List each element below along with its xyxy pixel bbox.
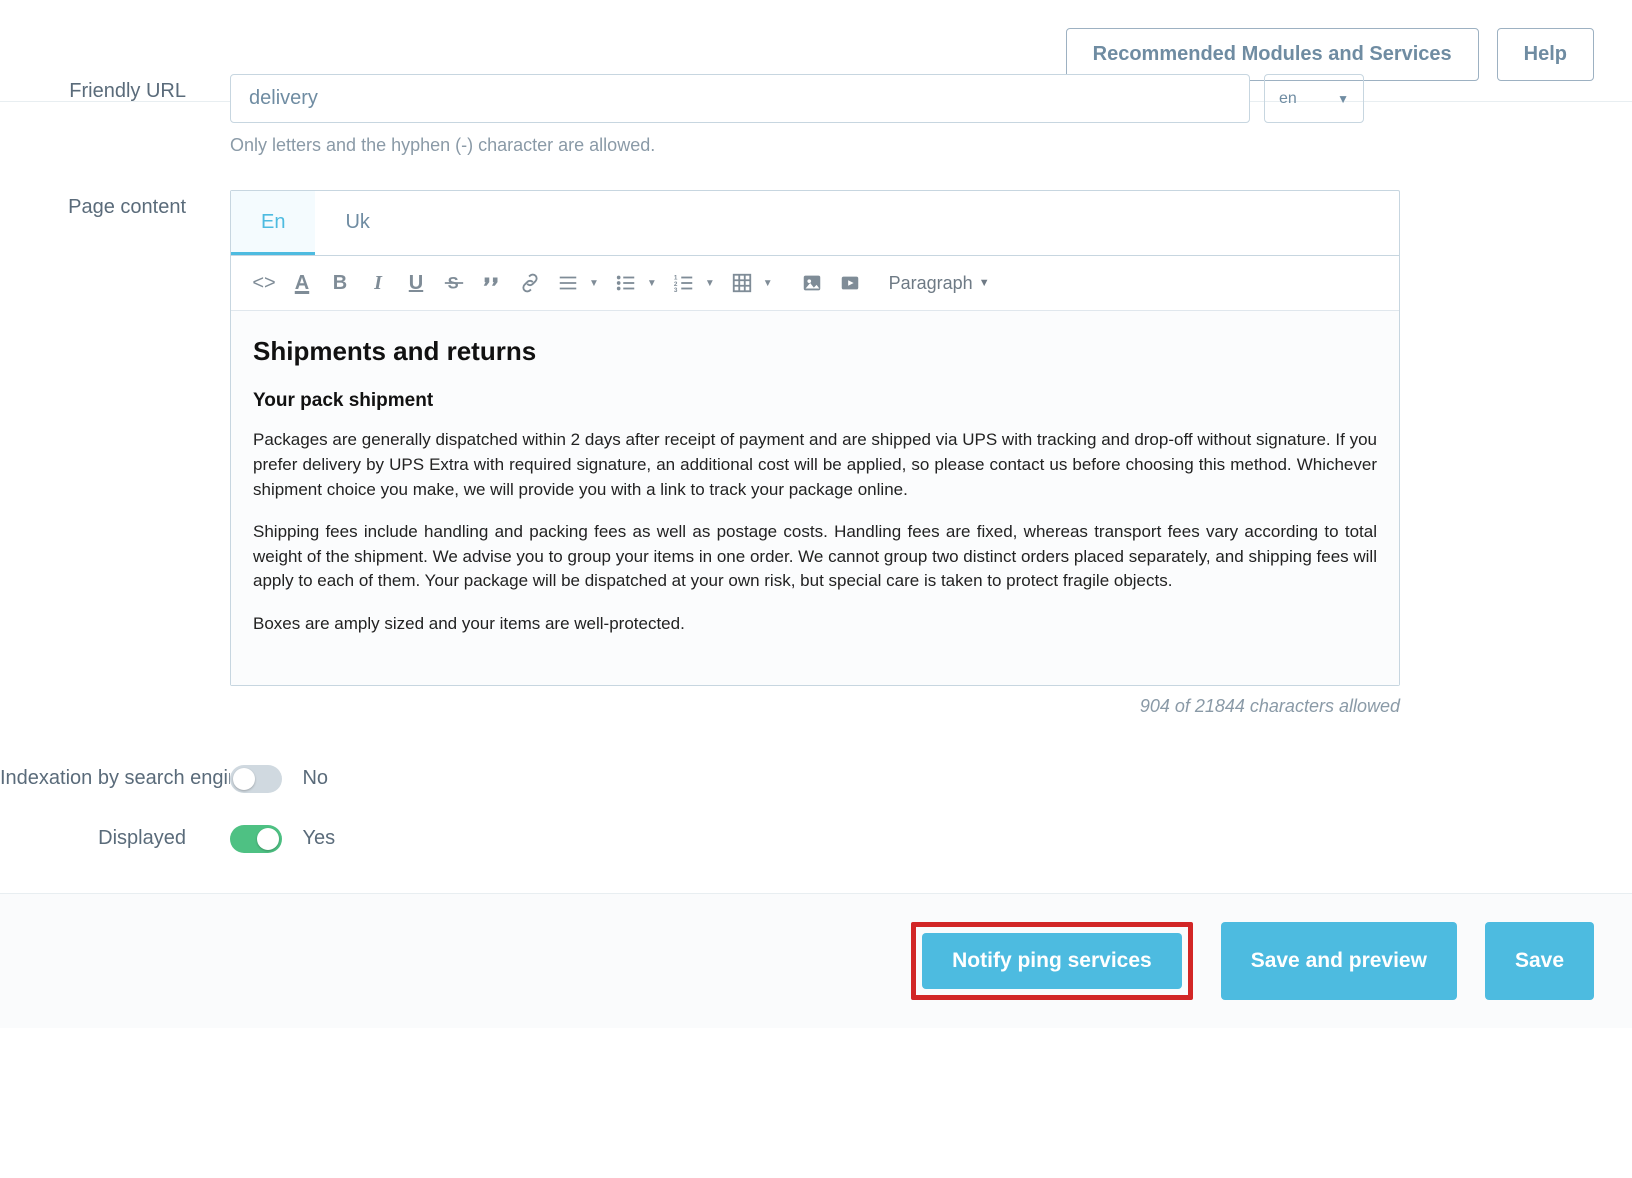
strikethrough-icon[interactable]: S xyxy=(437,266,471,300)
content-subheading: Your pack shipment xyxy=(253,387,1377,415)
lang-tab-uk[interactable]: Uk xyxy=(315,191,399,255)
chevron-down-icon[interactable]: ▼ xyxy=(705,278,715,289)
save-and-preview-button[interactable]: Save and preview xyxy=(1221,922,1457,1000)
friendly-url-input[interactable] xyxy=(230,74,1250,123)
displayed-toggle[interactable] xyxy=(230,825,282,853)
video-icon[interactable] xyxy=(833,266,867,300)
bullet-list-icon[interactable] xyxy=(609,266,643,300)
displayed-row: Displayed Yes xyxy=(0,825,1632,853)
indexation-value: No xyxy=(302,767,328,790)
form-footer: Notify ping services Save and preview Sa… xyxy=(0,893,1632,1028)
editor-content-area[interactable]: Shipments and returns Your pack shipment… xyxy=(231,311,1399,685)
displayed-value: Yes xyxy=(302,827,335,850)
chevron-down-icon[interactable]: ▼ xyxy=(647,278,657,289)
content-paragraph: Shipping fees include handling and packi… xyxy=(253,520,1377,594)
content-paragraph: Boxes are amply sized and your items are… xyxy=(253,612,1377,637)
underline-icon[interactable]: U xyxy=(399,266,433,300)
displayed-label: Displayed xyxy=(0,827,230,850)
image-icon[interactable] xyxy=(795,266,829,300)
source-code-icon[interactable]: <> xyxy=(247,266,281,300)
friendly-url-lang-value: en xyxy=(1279,90,1297,108)
character-count: 904 of 21844 characters allowed xyxy=(230,696,1400,717)
table-icon[interactable] xyxy=(725,266,759,300)
editor-lang-tabs: En Uk xyxy=(231,191,1399,256)
notify-ping-services-button[interactable]: Notify ping services xyxy=(922,933,1182,989)
paragraph-format-select[interactable]: Paragraph ▼ xyxy=(883,273,996,294)
blockquote-icon[interactable] xyxy=(475,266,509,300)
indexation-toggle[interactable] xyxy=(230,765,282,793)
text-color-icon[interactable]: A xyxy=(285,266,319,300)
chevron-down-icon[interactable]: ▼ xyxy=(589,278,599,289)
paragraph-format-label: Paragraph xyxy=(889,273,973,294)
page-content-row: Page content En Uk <> A B I U S xyxy=(0,190,1632,717)
lang-tab-en[interactable]: En xyxy=(231,191,315,255)
italic-icon[interactable]: I xyxy=(361,266,395,300)
numbered-list-icon[interactable]: 123 xyxy=(667,266,701,300)
chevron-down-icon[interactable]: ▼ xyxy=(763,278,773,289)
svg-text:3: 3 xyxy=(674,287,678,294)
link-icon[interactable] xyxy=(513,266,547,300)
notify-highlight: Notify ping services xyxy=(911,922,1193,1000)
cms-page-form: Friendly URL en ▼ Only letters and the h… xyxy=(0,74,1632,893)
align-icon[interactable] xyxy=(551,266,585,300)
friendly-url-row: Friendly URL en ▼ Only letters and the h… xyxy=(0,74,1632,156)
indexation-label: Indexation by search engines xyxy=(0,767,230,790)
editor-toolbar: <> A B I U S xyxy=(231,256,1399,311)
friendly-url-label: Friendly URL xyxy=(0,74,230,103)
page-content-label: Page content xyxy=(0,190,230,219)
indexation-row: Indexation by search engines No xyxy=(0,765,1632,793)
friendly-url-help: Only letters and the hyphen (-) characte… xyxy=(230,135,1452,156)
content-heading: Shipments and returns xyxy=(253,333,1377,371)
friendly-url-lang-select[interactable]: en ▼ xyxy=(1264,74,1364,123)
chevron-down-icon: ▼ xyxy=(979,277,990,289)
content-paragraph: Packages are generally dispatched within… xyxy=(253,428,1377,502)
save-button[interactable]: Save xyxy=(1485,922,1594,1000)
bold-icon[interactable]: B xyxy=(323,266,357,300)
rich-text-editor: En Uk <> A B I U S xyxy=(230,190,1400,686)
chevron-down-icon: ▼ xyxy=(1337,92,1349,106)
